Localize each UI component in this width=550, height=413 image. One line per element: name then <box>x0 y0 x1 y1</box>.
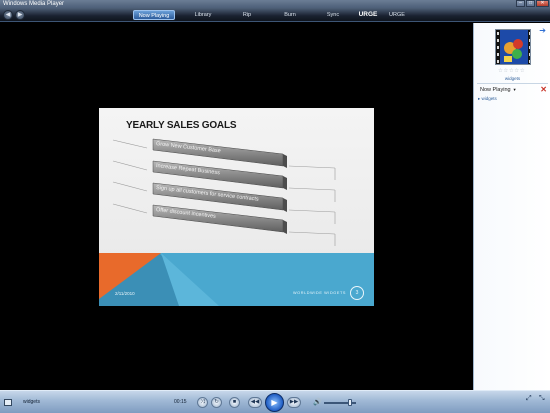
urge-logo[interactable]: URGE <box>356 10 380 20</box>
switch-to-compact-icon[interactable]: ⤢ <box>526 395 532 403</box>
panel-divider <box>477 83 548 84</box>
tab-now-playing[interactable]: Now Playing <box>133 10 175 20</box>
minimize-button[interactable]: – <box>516 0 525 7</box>
navigation-bar: ◀ ▶ Now Playing Library Rip Burn Sync UR… <box>0 8 550 22</box>
playlist-item-label: widgets <box>481 96 497 101</box>
clear-list-icon[interactable]: ✕ <box>540 85 547 94</box>
title-bar: Windows Media Player – □ ✕ <box>0 0 550 8</box>
album-art[interactable] <box>495 29 531 65</box>
presentation-slide: YEARLY SALES GOALS Grow New Customer Bas… <box>99 108 374 306</box>
video-area[interactable]: YEARLY SALES GOALS Grow New Customer Bas… <box>0 23 473 390</box>
slide-date: 2/11/2010 <box>115 291 135 296</box>
tab-urge[interactable]: URGE <box>383 10 411 20</box>
previous-button[interactable]: ◀◀ <box>248 397 262 408</box>
album-art-image <box>496 30 530 64</box>
window-title: Windows Media Player <box>3 1 65 7</box>
slide-page-number: 3 <box>350 286 364 300</box>
elapsed-time: 00:15 <box>174 399 187 405</box>
play-button[interactable]: ▶ <box>265 393 284 412</box>
tab-library[interactable]: Library <box>188 10 218 20</box>
track-icon <box>4 399 12 406</box>
repeat-icon[interactable]: ↻ <box>211 397 222 408</box>
slide-footer-graphic <box>99 253 374 306</box>
current-track-title: widgets <box>23 399 40 405</box>
playback-control-bar: widgets 00:15 ⤨ ↻ ■ ◀◀ ▶ ▶▶ 🔊 ⤢ ⤡ <box>0 390 550 413</box>
volume-slider-thumb[interactable] <box>348 399 352 406</box>
nav-arrows: ◀ ▶ <box>3 10 25 20</box>
tab-rip[interactable]: Rip <box>232 10 262 20</box>
album-name[interactable]: widgets <box>474 76 550 81</box>
shuffle-icon[interactable]: ⤨ <box>197 397 208 408</box>
next-button[interactable]: ▶▶ <box>287 397 301 408</box>
window-controls: – □ ✕ <box>516 0 549 8</box>
tab-sync[interactable]: Sync <box>318 10 348 20</box>
close-button[interactable]: ✕ <box>536 0 549 7</box>
now-playing-list-header[interactable]: Now Playing ▼ <box>480 87 517 93</box>
forward-icon[interactable]: ▶ <box>15 10 25 20</box>
slide-company: WORLDWIDE WIDGETS <box>293 291 347 295</box>
stop-button[interactable]: ■ <box>229 397 240 408</box>
fullscreen-icon[interactable]: ⤡ <box>539 395 545 403</box>
tab-burn[interactable]: Burn <box>275 10 305 20</box>
volume-icon[interactable]: 🔊 <box>313 398 322 406</box>
playlist-item[interactable]: ▸ widgets <box>478 96 497 102</box>
list-pane: ➔ ☆☆☆☆☆ widgets Now Playing ▼ ✕ ▸ widgets <box>473 23 550 390</box>
back-icon[interactable]: ◀ <box>3 10 13 20</box>
now-playing-list-label: Now Playing <box>480 87 511 93</box>
arrow-right-icon[interactable]: ➔ <box>539 26 546 35</box>
wmp-window: Windows Media Player – □ ✕ ◀ ▶ Now Playi… <box>0 0 550 413</box>
maximize-button[interactable]: □ <box>526 0 535 7</box>
goal-bars <box>112 138 336 246</box>
rating-stars[interactable]: ☆☆☆☆☆ <box>498 68 525 74</box>
chevron-down-icon: ▼ <box>512 87 517 92</box>
